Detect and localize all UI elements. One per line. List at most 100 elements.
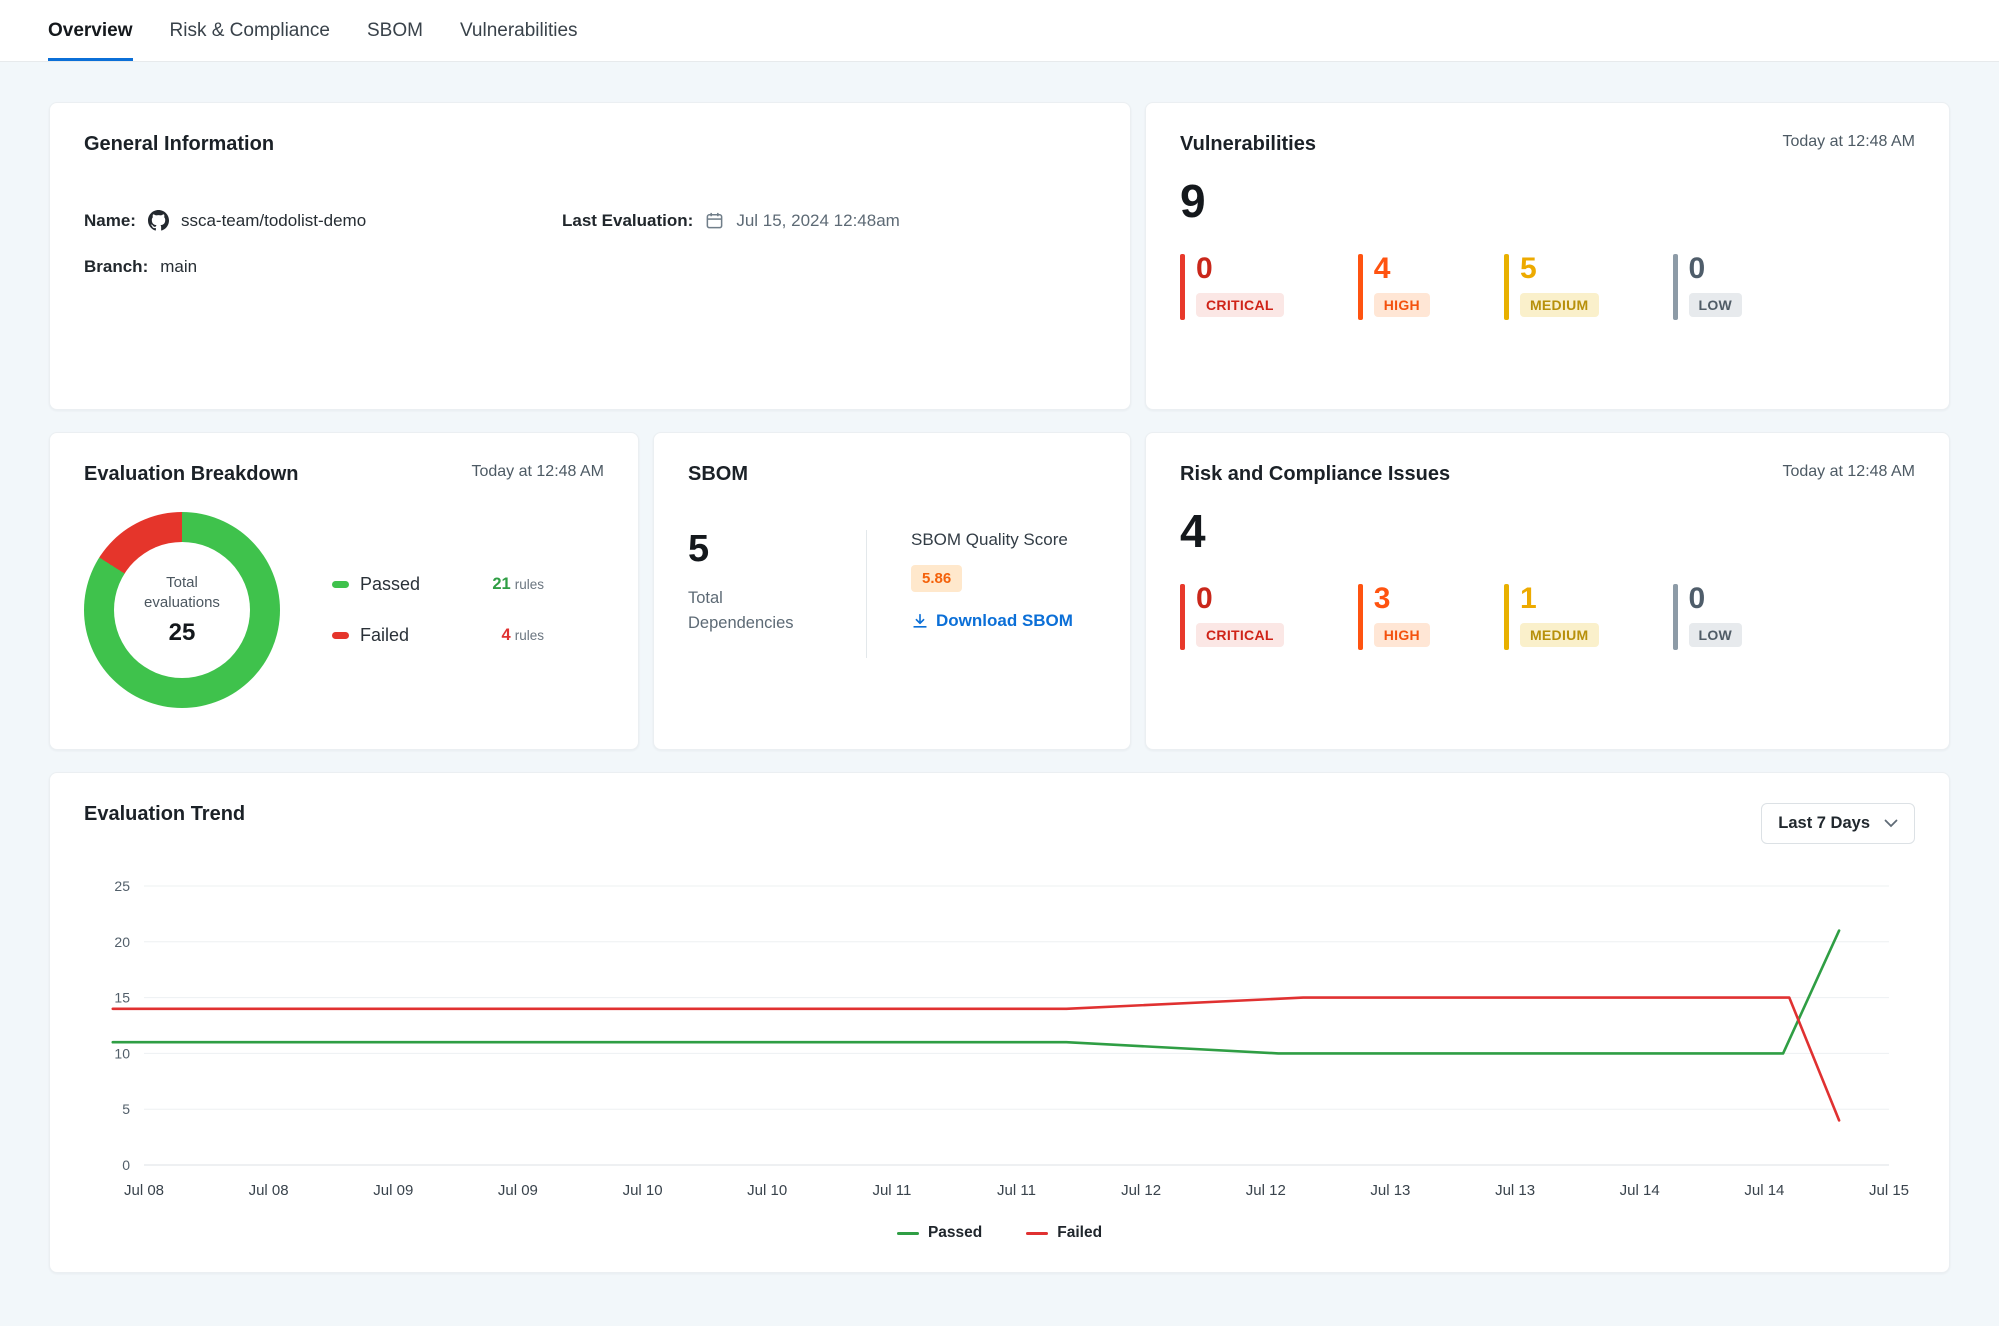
calendar-icon: [705, 211, 724, 230]
sbom-title: SBOM: [688, 463, 1096, 486]
legend-item-passed: Passed 21rules: [332, 574, 544, 595]
passed-line-label: Passed: [928, 1224, 982, 1242]
name-label: Name:: [84, 211, 136, 231]
severity-bar-low: [1673, 584, 1678, 650]
evaluation-breakdown-title: Evaluation Breakdown: [84, 463, 299, 486]
severity-badge-critical: CRITICAL: [1196, 623, 1284, 647]
evaluation-breakdown-timestamp: Today at 12:48 AM: [471, 463, 604, 481]
svg-text:5: 5: [122, 1101, 130, 1117]
severity-stat-medium: 5 MEDIUM: [1504, 254, 1599, 320]
last-evaluation-row: Last Evaluation: Jul 15, 2024 12:48am: [562, 211, 1096, 231]
severity-count-medium: 1: [1520, 584, 1599, 614]
failed-rules-count: 4rules: [502, 626, 544, 645]
tab-vulnerabilities[interactable]: Vulnerabilities: [460, 0, 578, 61]
passed-legend-label: Passed: [360, 574, 420, 595]
download-sbom-link[interactable]: Download SBOM: [911, 611, 1073, 631]
risk-compliance-severity-stats: 0 CRITICAL 3 HIGH 1 MEDIUM 0 LOW: [1180, 584, 1915, 650]
severity-bar-high: [1358, 584, 1363, 650]
evaluation-trend-card: Evaluation Trend Last 7 Days 0510152025J…: [49, 772, 1950, 1273]
severity-badge-high: HIGH: [1374, 293, 1430, 317]
severity-badge-medium: MEDIUM: [1520, 623, 1599, 647]
failed-legend-label: Failed: [360, 625, 409, 646]
severity-badge-low: LOW: [1689, 623, 1743, 647]
trend-legend: Passed Failed: [84, 1224, 1915, 1242]
severity-bar-medium: [1504, 254, 1509, 320]
overview-dashboard: General Information Name: ssca-team/todo…: [0, 62, 1999, 1273]
svg-text:Jul 12: Jul 12: [1246, 1182, 1286, 1199]
severity-bar-high: [1358, 254, 1363, 320]
severity-bar-low: [1673, 254, 1678, 320]
repo-name-value: ssca-team/todolist-demo: [181, 211, 366, 231]
trend-legend-passed: Passed: [897, 1224, 982, 1242]
evaluation-trend-title: Evaluation Trend: [84, 803, 245, 826]
trend-legend-failed: Failed: [1026, 1224, 1102, 1242]
svg-text:Jul 10: Jul 10: [747, 1182, 787, 1199]
date-range-value: Last 7 Days: [1778, 814, 1870, 833]
severity-badge-medium: MEDIUM: [1520, 293, 1599, 317]
svg-text:Jul 15: Jul 15: [1869, 1182, 1909, 1199]
severity-badge-low: LOW: [1689, 293, 1743, 317]
svg-text:Jul 13: Jul 13: [1495, 1182, 1535, 1199]
severity-stat-high: 3 HIGH: [1358, 584, 1430, 650]
svg-text:25: 25: [114, 878, 130, 894]
branch-row: Branch: main: [84, 257, 562, 277]
passed-legend-swatch: [332, 581, 349, 588]
failed-legend-swatch: [332, 632, 349, 639]
svg-text:Jul 13: Jul 13: [1370, 1182, 1410, 1199]
vulnerabilities-severity-stats: 0 CRITICAL 4 HIGH 5 MEDIUM 0 LOW: [1180, 254, 1915, 320]
svg-text:Jul 14: Jul 14: [1744, 1182, 1784, 1199]
severity-bar-medium: [1504, 584, 1509, 650]
total-dependencies-label: Total Dependencies: [688, 586, 783, 636]
sbom-dependencies-block: 5 Total Dependencies: [688, 530, 866, 658]
vulnerabilities-timestamp: Today at 12:48 AM: [1782, 133, 1915, 151]
failed-line-label: Failed: [1057, 1224, 1102, 1242]
severity-count-low: 0: [1689, 584, 1743, 614]
vulnerabilities-title: Vulnerabilities: [1180, 133, 1316, 156]
severity-bar-critical: [1180, 584, 1185, 650]
severity-stat-low: 0 LOW: [1673, 584, 1743, 650]
severity-count-critical: 0: [1196, 254, 1284, 284]
last-evaluation-value: Jul 15, 2024 12:48am: [736, 211, 900, 231]
date-range-select[interactable]: Last 7 Days: [1761, 803, 1915, 844]
svg-text:Jul 09: Jul 09: [498, 1182, 538, 1199]
risk-compliance-timestamp: Today at 12:48 AM: [1782, 463, 1915, 481]
svg-text:0: 0: [122, 1157, 130, 1173]
tab-sbom[interactable]: SBOM: [367, 0, 423, 61]
passed-line-swatch: [897, 1232, 919, 1235]
severity-stat-critical: 0 CRITICAL: [1180, 584, 1284, 650]
branch-value: main: [160, 257, 197, 277]
breakdown-legend: Passed 21rules Failed 4rules: [332, 574, 544, 646]
branch-label: Branch:: [84, 257, 148, 277]
tab-risk-compliance[interactable]: Risk & Compliance: [170, 0, 331, 61]
severity-badge-critical: CRITICAL: [1196, 293, 1284, 317]
tab-overview[interactable]: Overview: [48, 0, 133, 61]
donut-center-total: 25: [169, 619, 196, 647]
donut-center: Total evaluations 25: [114, 542, 250, 678]
severity-stat-high: 4 HIGH: [1358, 254, 1430, 320]
svg-text:Jul 10: Jul 10: [623, 1182, 663, 1199]
download-icon: [911, 612, 929, 630]
chevron-down-icon: [1884, 819, 1898, 828]
svg-text:Jul 11: Jul 11: [997, 1182, 1036, 1199]
svg-text:20: 20: [114, 934, 130, 950]
severity-count-high: 4: [1374, 254, 1430, 284]
severity-bar-critical: [1180, 254, 1185, 320]
sbom-quality-score-badge: 5.86: [911, 565, 962, 592]
tab-bar: Overview Risk & Compliance SBOM Vulnerab…: [0, 0, 1999, 62]
severity-count-medium: 5: [1520, 254, 1599, 284]
risk-compliance-total: 4: [1180, 508, 1915, 554]
sbom-card: SBOM 5 Total Dependencies SBOM Quality S…: [653, 432, 1131, 750]
trend-line-chart: 0510152025Jul 08Jul 08Jul 09Jul 09Jul 10…: [84, 868, 1914, 1213]
severity-count-critical: 0: [1196, 584, 1284, 614]
risk-compliance-title: Risk and Compliance Issues: [1180, 463, 1450, 486]
vulnerabilities-card: Vulnerabilities Today at 12:48 AM 9 0 CR…: [1145, 102, 1950, 410]
legend-item-failed: Failed 4rules: [332, 625, 544, 646]
evaluations-donut-chart: Total evaluations 25: [84, 512, 280, 708]
repo-name-row: Name: ssca-team/todolist-demo: [84, 210, 562, 231]
severity-stat-critical: 0 CRITICAL: [1180, 254, 1284, 320]
svg-text:Jul 14: Jul 14: [1620, 1182, 1660, 1199]
svg-text:Jul 12: Jul 12: [1121, 1182, 1161, 1199]
download-sbom-label: Download SBOM: [936, 611, 1073, 631]
sbom-quality-block: SBOM Quality Score 5.86 Download SBOM: [867, 530, 1073, 658]
sbom-quality-score-label: SBOM Quality Score: [911, 530, 1073, 550]
